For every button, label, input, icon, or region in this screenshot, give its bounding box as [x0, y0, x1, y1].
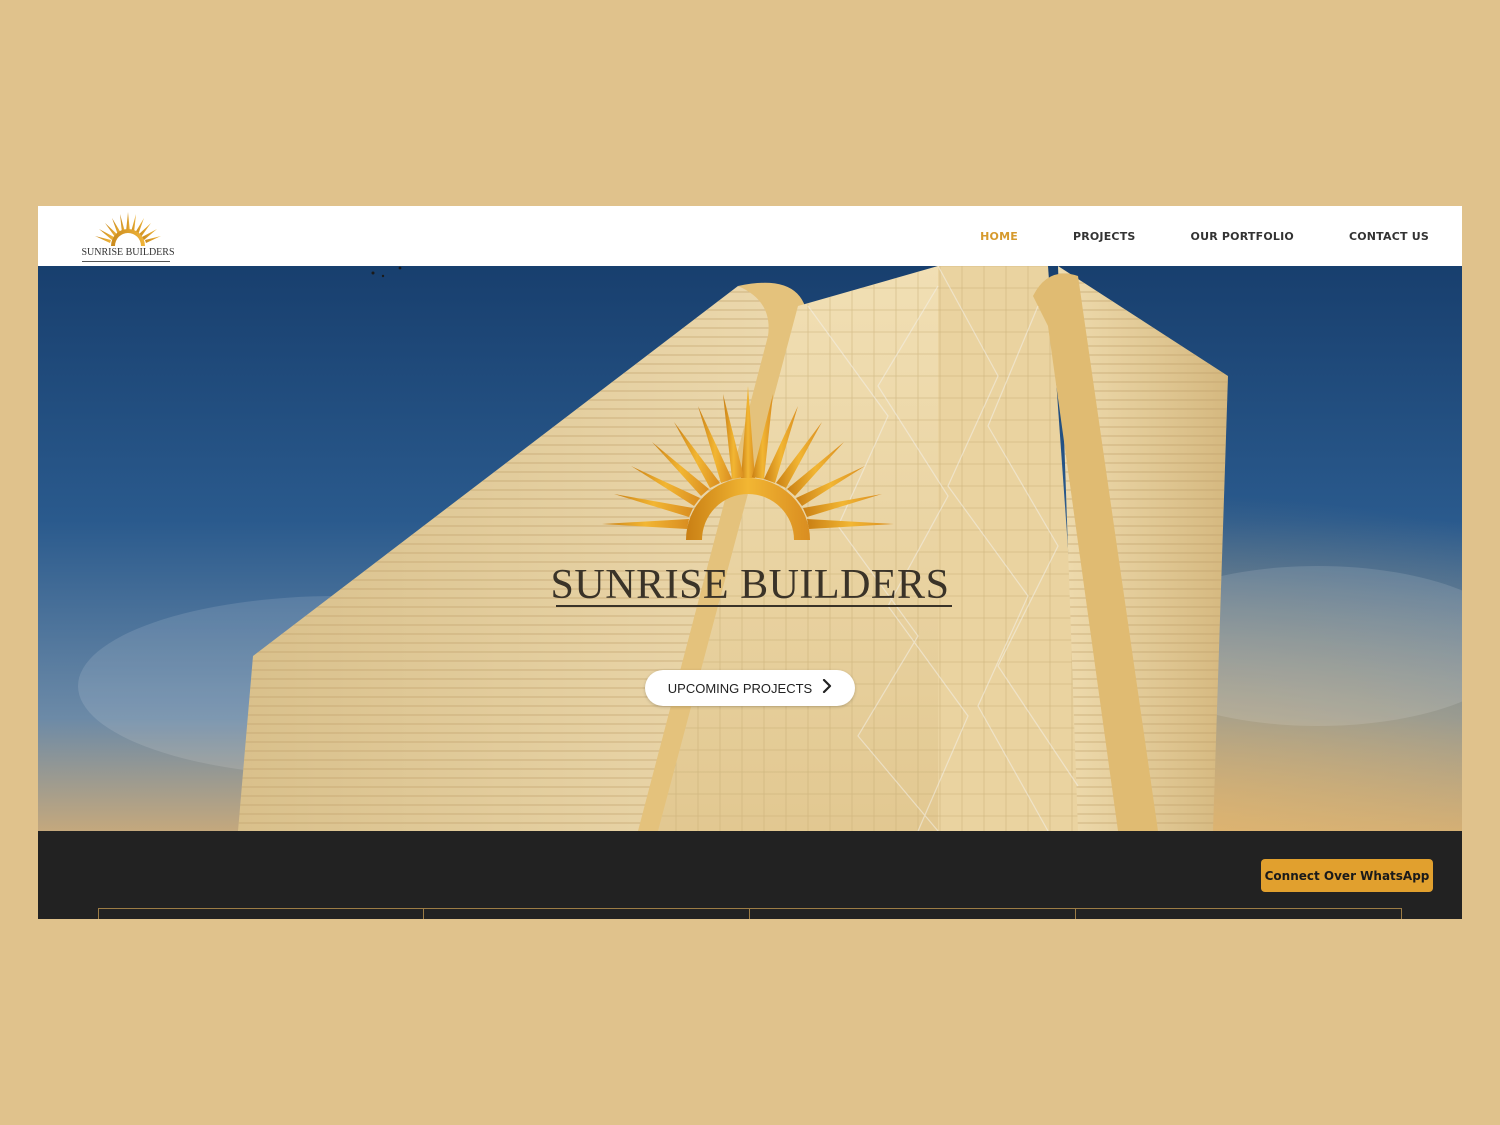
- hero-section: SUNRISE BUILDERS UPCOMING PROJECTS: [38, 266, 1462, 831]
- stats-section: Connect Over WhatsApp: [38, 831, 1462, 919]
- site-header: SUNRISE BUILDERS HOME PROJECTS OUR PORTF…: [38, 206, 1462, 266]
- logo-wordmark: SUNRISE BUILDERS: [81, 247, 175, 258]
- logo-underline: [82, 261, 170, 262]
- stats-grid-divider: [423, 909, 424, 919]
- hero-title-underline: [556, 605, 952, 607]
- nav-projects[interactable]: PROJECTS: [1073, 230, 1136, 243]
- stats-grid-divider: [1075, 909, 1076, 919]
- main-nav: HOME PROJECTS OUR PORTFOLIO CONTACT US: [958, 206, 1462, 266]
- stats-grid-divider: [98, 909, 99, 919]
- upcoming-projects-button[interactable]: UPCOMING PROJECTS: [645, 670, 855, 706]
- stats-grid-outline: [98, 908, 1402, 919]
- sun-logo-icon: [95, 212, 161, 246]
- stats-grid-divider: [749, 909, 750, 919]
- browser-page: SUNRISE BUILDERS HOME PROJECTS OUR PORTF…: [38, 206, 1462, 919]
- upcoming-projects-label: UPCOMING PROJECTS: [667, 680, 813, 696]
- nav-our-portfolio[interactable]: OUR PORTFOLIO: [1191, 230, 1294, 243]
- hero-title: SUNRISE BUILDERS: [550, 562, 950, 608]
- nav-home[interactable]: HOME: [980, 230, 1018, 243]
- whatsapp-connect-button[interactable]: Connect Over WhatsApp: [1261, 859, 1433, 892]
- nav-contact-us[interactable]: CONTACT US: [1349, 230, 1429, 243]
- stats-grid-divider: [1401, 909, 1402, 919]
- chevron-right-icon: [822, 678, 832, 698]
- site-logo[interactable]: SUNRISE BUILDERS: [78, 208, 178, 264]
